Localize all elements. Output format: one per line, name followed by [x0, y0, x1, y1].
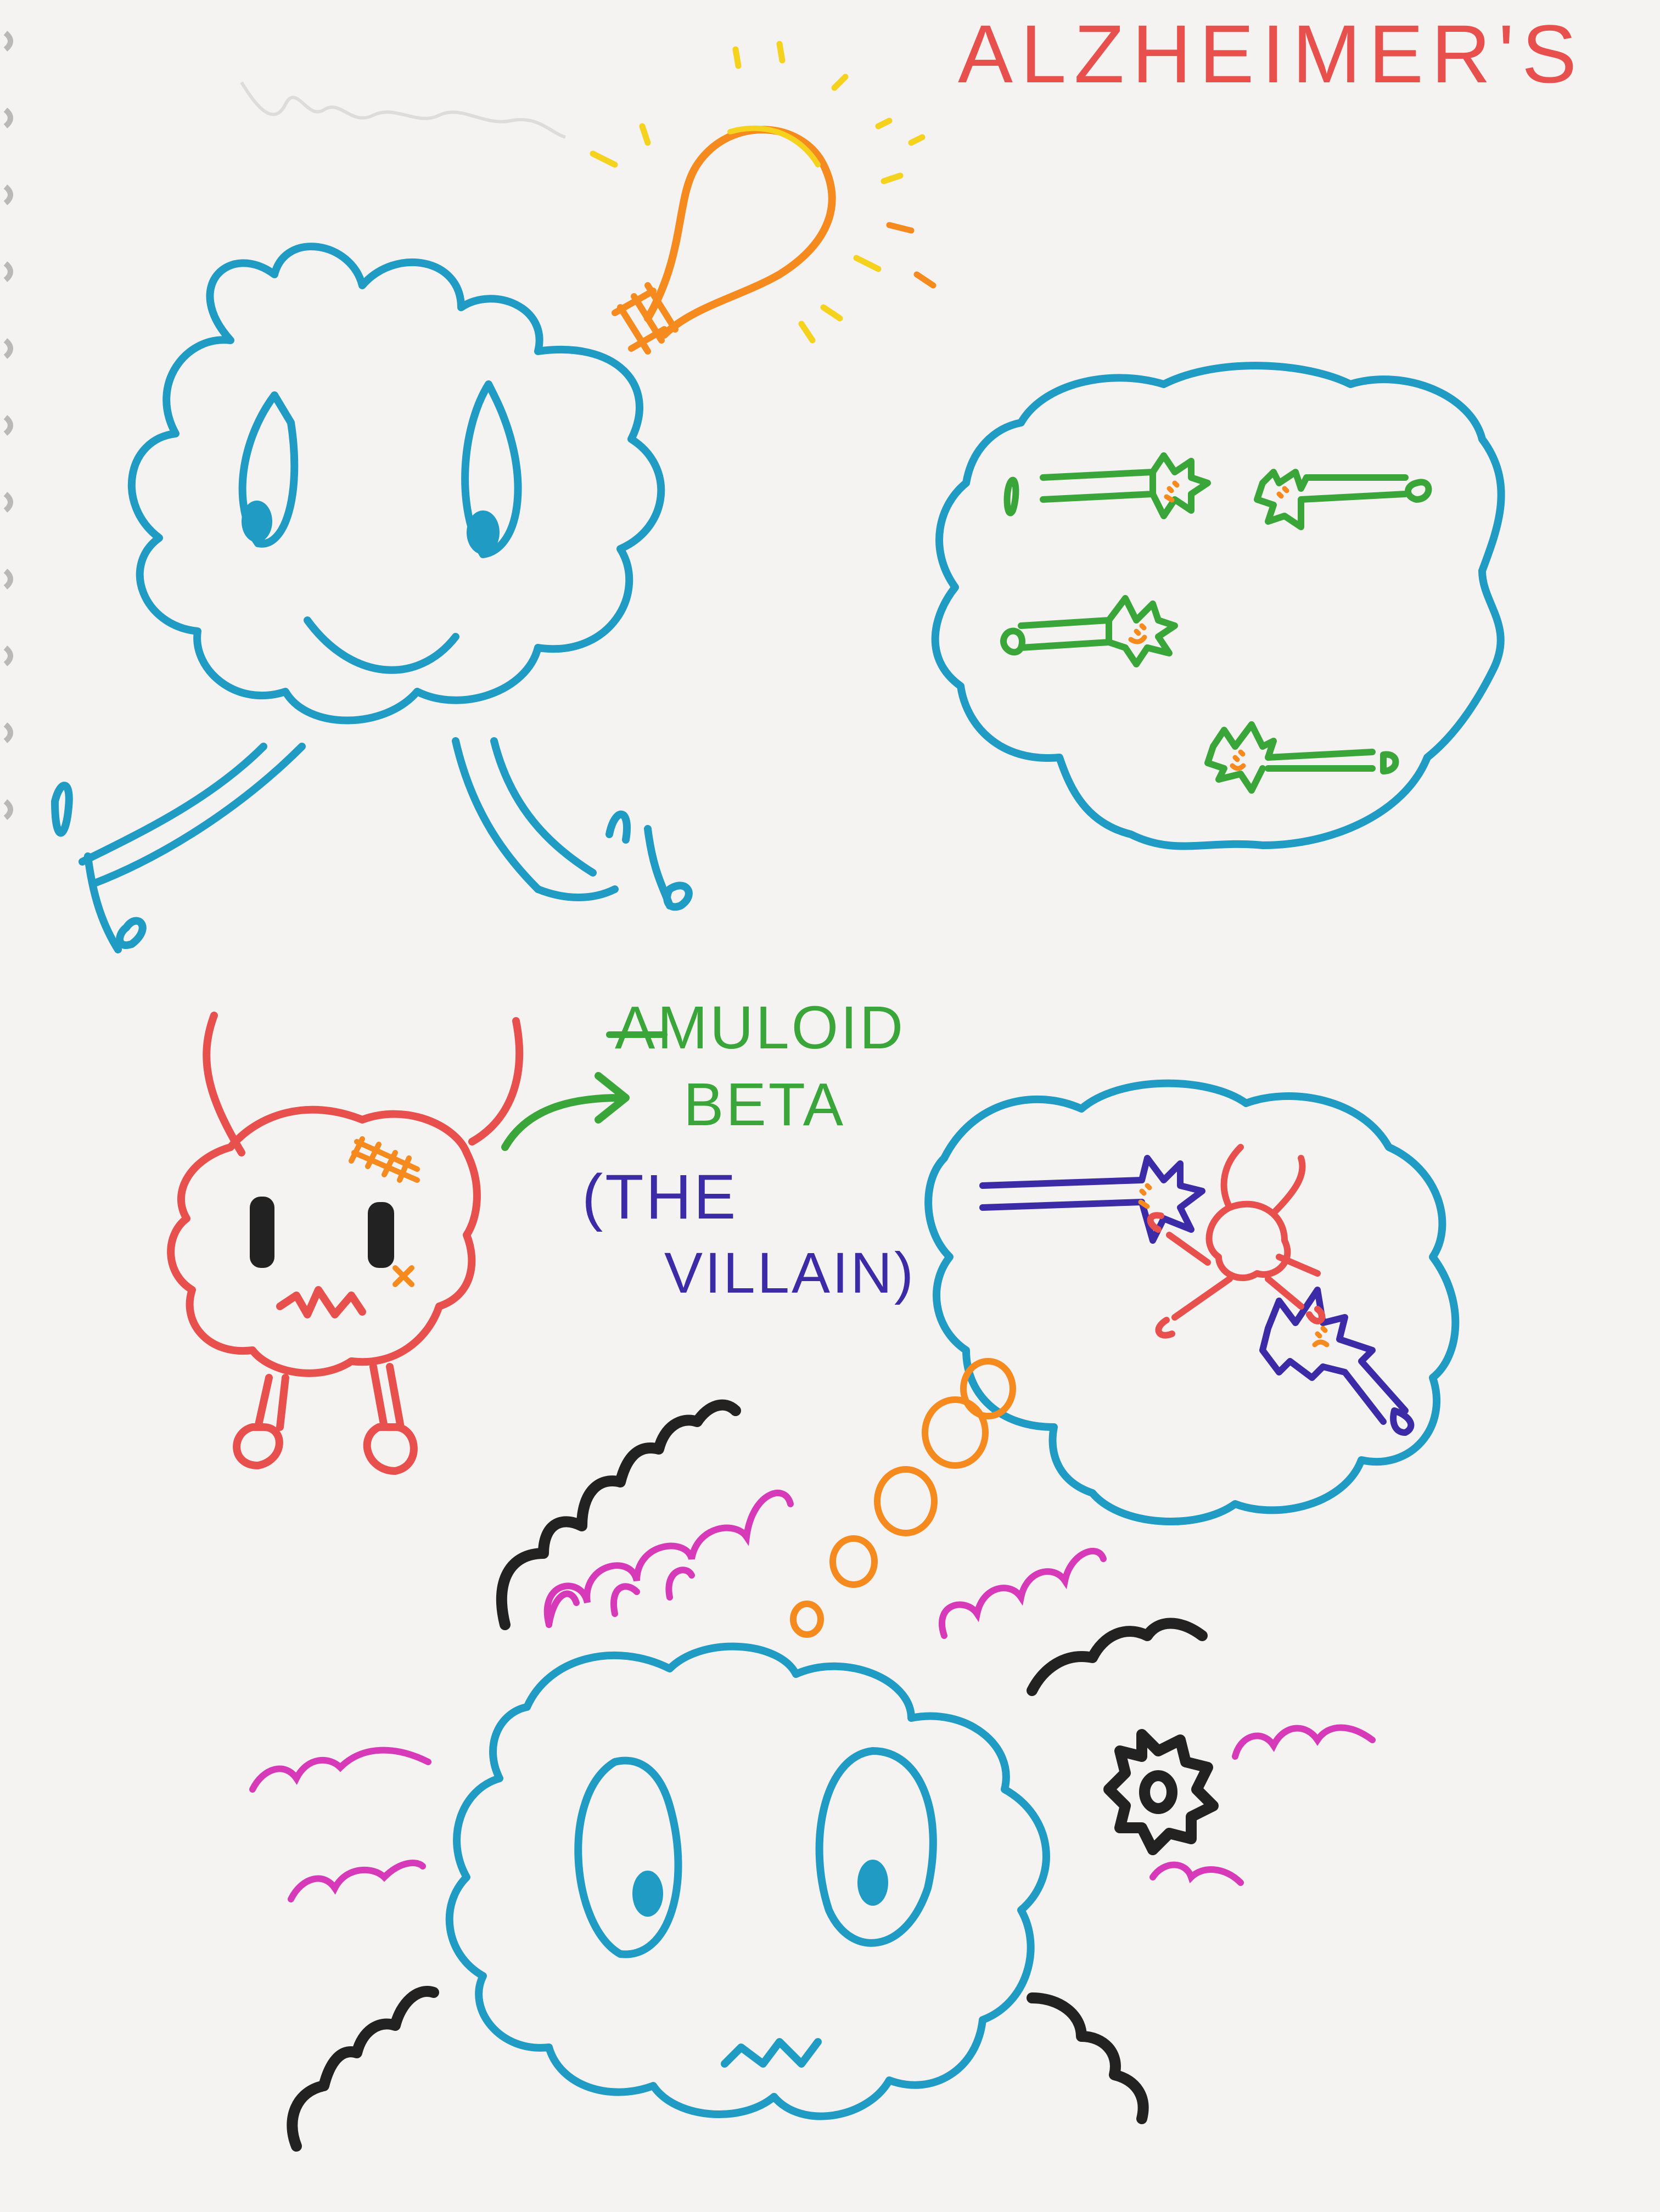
- label-villain: VILLAIN): [664, 1241, 916, 1305]
- label-the: (THE: [582, 1162, 738, 1232]
- drawing-canvas: ALZHEIMER'S AMULOID BETA (THE VILLAIN): [0, 0, 1660, 2212]
- notebook-page-drawing: ALZHEIMER'S AMULOID BETA (THE VILLAIN): [0, 0, 1660, 2212]
- left-pupil: [242, 501, 272, 542]
- confused-left-pupil: [632, 1871, 663, 1917]
- label-beta: BETA: [683, 1071, 845, 1138]
- villain-left-eye: [250, 1197, 274, 1268]
- villain-right-eye: [368, 1202, 394, 1268]
- confused-right-pupil: [857, 1860, 888, 1906]
- page-title: ALZHEIMER'S: [958, 8, 1584, 100]
- right-pupil: [467, 510, 500, 554]
- label-amuloid: AMULOID: [615, 994, 905, 1062]
